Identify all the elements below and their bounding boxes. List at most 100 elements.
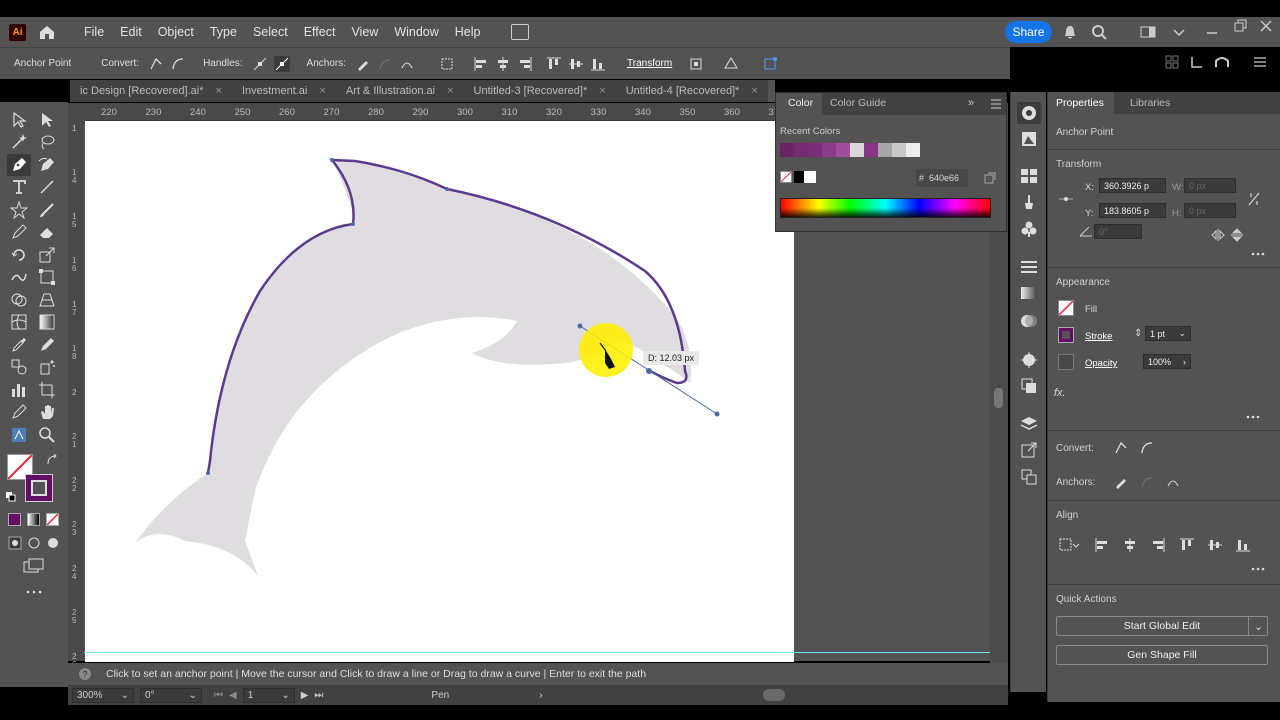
hex-field[interactable]: # 640e66 xyxy=(916,169,968,187)
eraser-icon[interactable] xyxy=(38,223,56,241)
tab-color-guide[interactable]: Color Guide xyxy=(830,97,886,109)
rotation-field[interactable]: 0° ⌄ xyxy=(140,687,202,703)
type-tool-icon[interactable] xyxy=(10,178,28,196)
distribute-icon[interactable] xyxy=(723,56,739,72)
stroke-stepper-icon[interactable]: ⇕ xyxy=(1134,328,1142,339)
help-icon[interactable]: ? xyxy=(78,667,92,681)
artboard[interactable] xyxy=(85,121,794,662)
panel-menu-icon[interactable] xyxy=(990,99,1002,109)
tab-properties[interactable]: Properties xyxy=(1056,97,1104,109)
transform-more-icon[interactable] xyxy=(1251,252,1265,256)
align-hcenter-icon[interactable] xyxy=(1122,537,1138,553)
artboard-field[interactable]: 1 ⌄ xyxy=(242,687,295,703)
rotate-tool-icon[interactable] xyxy=(10,246,28,264)
tab-untitled-3[interactable]: Untitled-3 [Recovered]* × xyxy=(464,80,616,102)
isolate-icon[interactable] xyxy=(688,56,704,72)
prev-artboard-icon[interactable]: ◀ xyxy=(229,690,237,701)
opacity-input[interactable]: 100% › xyxy=(1143,354,1191,369)
symbols-panel-icon[interactable] xyxy=(1020,220,1038,238)
curvature-tool-icon[interactable] xyxy=(38,156,56,174)
selection-tool-icon[interactable] xyxy=(10,111,28,129)
expand-icon[interactable] xyxy=(1172,25,1186,39)
global-edit-dropdown-icon[interactable]: ⌄ xyxy=(1248,616,1268,636)
column-graph-icon[interactable] xyxy=(10,381,28,399)
tab-doc-1[interactable]: ic Design [Recovered].ai* × xyxy=(70,80,232,102)
anchor-point-top[interactable] xyxy=(330,158,334,162)
align-hcenter-icon[interactable] xyxy=(495,56,511,72)
magic-wand-icon[interactable] xyxy=(10,133,28,151)
draw-inside-icon[interactable] xyxy=(46,536,60,550)
menu-effect[interactable]: Effect xyxy=(296,25,344,39)
home-icon[interactable] xyxy=(38,23,56,41)
brushes-panel-icon[interactable] xyxy=(1020,193,1038,211)
dolphin-artwork[interactable] xyxy=(85,121,794,662)
convert-corner-icon[interactable] xyxy=(148,56,164,72)
workspace-icon[interactable] xyxy=(1140,25,1156,39)
horizontal-guide[interactable] xyxy=(84,652,990,653)
convert-smooth-icon[interactable] xyxy=(170,56,186,72)
libraries-panel-icon[interactable] xyxy=(1020,130,1038,148)
menu-edit[interactable]: Edit xyxy=(112,25,150,39)
white-swatch[interactable] xyxy=(804,171,816,183)
star-tool-icon[interactable] xyxy=(10,201,28,219)
stroke-color-swatch[interactable] xyxy=(1058,327,1074,343)
align-right-icon[interactable] xyxy=(1150,537,1166,553)
align-vcenter-icon[interactable] xyxy=(568,56,584,72)
gradient-panel-icon[interactable] xyxy=(1020,286,1038,300)
eyedropper-icon[interactable] xyxy=(10,336,28,354)
tab-active-doc[interactable]: per xyxy=(767,80,775,102)
menu-type[interactable]: Type xyxy=(202,25,245,39)
opacity-link[interactable]: Opacity xyxy=(1085,358,1117,369)
anchor-point-current[interactable] xyxy=(646,368,652,374)
free-transform-icon[interactable] xyxy=(38,268,56,286)
align-right-icon[interactable] xyxy=(517,56,533,72)
pen-tool-icon[interactable] xyxy=(10,156,28,174)
recent-color-swatch[interactable] xyxy=(864,143,878,157)
tab-close-icon[interactable]: × xyxy=(751,85,757,97)
mesh-tool-icon[interactable] xyxy=(10,313,28,331)
anchor-point-fin[interactable] xyxy=(351,222,355,226)
recent-color-swatch[interactable] xyxy=(808,143,822,157)
bell-icon[interactable] xyxy=(1062,24,1078,40)
tab-untitled-4[interactable]: Untitled-4 [Recovered]* × xyxy=(616,80,768,102)
flip-horizontal-icon[interactable] xyxy=(1211,229,1225,241)
arrange-icon[interactable] xyxy=(762,56,778,72)
align-left-icon[interactable] xyxy=(1094,537,1110,553)
last-artboard-icon[interactable]: ⏭ xyxy=(314,690,323,701)
align-vcenter-icon[interactable] xyxy=(1207,537,1223,553)
convert-smooth-icon[interactable] xyxy=(1139,440,1155,456)
align-top-icon[interactable] xyxy=(1179,537,1195,553)
restore-icon[interactable] xyxy=(1233,19,1247,33)
recent-color-swatch[interactable] xyxy=(850,143,864,157)
lasso-icon[interactable] xyxy=(38,133,56,151)
handle-end-point[interactable] xyxy=(714,411,720,417)
default-colors-icon[interactable] xyxy=(6,492,16,502)
swatches-panel-icon[interactable] xyxy=(1020,168,1038,184)
join-icon[interactable] xyxy=(399,56,415,72)
gradient-mode-button[interactable] xyxy=(27,513,40,526)
appearance-panel-icon[interactable] xyxy=(1020,351,1038,369)
snap-icon[interactable] xyxy=(1190,55,1204,69)
share-button[interactable]: Share xyxy=(1005,21,1052,43)
gen-shape-fill-button[interactable]: Gen Shape Fill xyxy=(1056,645,1268,665)
slice-tool-icon[interactable] xyxy=(10,403,28,421)
align-bottom-icon[interactable] xyxy=(1235,537,1251,553)
export-panel-icon[interactable] xyxy=(1020,441,1038,459)
puppet-warp-icon[interactable] xyxy=(10,426,28,444)
color-picker-icon[interactable] xyxy=(984,172,996,184)
more-tools-icon[interactable] xyxy=(25,589,43,595)
layers-panel-icon[interactable] xyxy=(1020,415,1038,433)
menu-select[interactable]: Select xyxy=(245,25,296,39)
align-to-icon[interactable] xyxy=(440,56,456,72)
cut-path-icon[interactable] xyxy=(1139,474,1155,490)
tab-close-icon[interactable]: × xyxy=(319,85,325,97)
handles-hide-icon[interactable] xyxy=(273,55,290,72)
next-artboard-icon[interactable]: ▶ xyxy=(301,690,309,701)
search-icon[interactable] xyxy=(1091,24,1107,40)
angle-input[interactable]: 0° xyxy=(1094,224,1142,239)
scroll-thumb[interactable] xyxy=(994,388,1003,408)
tab-investment[interactable]: Investment.ai × xyxy=(232,80,336,102)
transform-link[interactable]: Transform xyxy=(627,58,672,69)
recent-color-swatch[interactable] xyxy=(822,143,836,157)
transparency-panel-icon[interactable] xyxy=(1020,312,1038,330)
